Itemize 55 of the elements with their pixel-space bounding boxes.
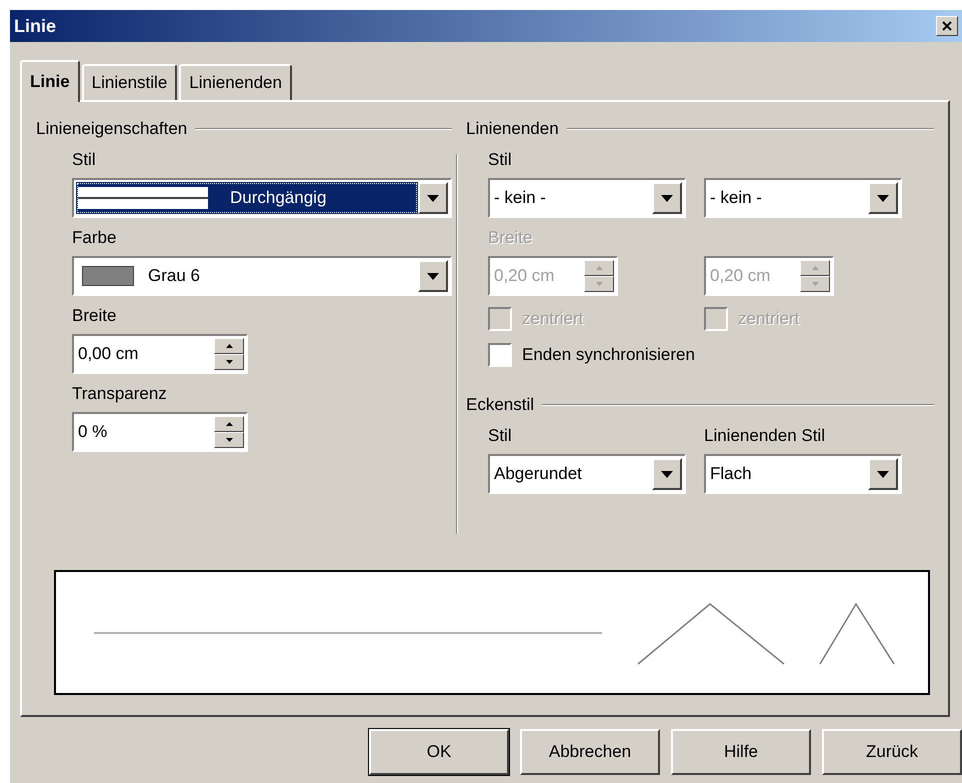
caret-down-icon (661, 470, 673, 478)
window-title: Linie (14, 16, 56, 36)
caret-down-icon (226, 438, 232, 442)
caret-down-icon (812, 282, 818, 286)
dropdown-arrow-button[interactable] (652, 458, 682, 490)
caret-down-icon (596, 282, 602, 286)
dialog-button[interactable]: Abbrechen (520, 729, 660, 775)
close-button[interactable] (936, 16, 958, 36)
line-end-dropdown[interactable]: - kein - (488, 178, 686, 218)
field-label: Farbe (72, 228, 118, 249)
dropdown-arrow-button[interactable] (418, 182, 448, 214)
close-icon (942, 21, 952, 31)
caret-down-icon (427, 194, 439, 202)
field-label: Breite (72, 306, 118, 327)
line-end-dropdown[interactable]: - kein - (704, 178, 902, 218)
cap-style-dropdown[interactable]: Flach (704, 454, 902, 494)
caret-down-icon (661, 194, 673, 202)
line-style-dropdown[interactable]: Durchgängig (72, 178, 452, 218)
transparency-spinbox[interactable]: 0 % (72, 412, 248, 452)
field-label: Stil (488, 150, 513, 171)
spin-down-button[interactable] (214, 354, 244, 370)
group-title: Linieneigenschaften (36, 119, 188, 139)
caret-down-icon (226, 360, 232, 364)
caret-down-icon (877, 194, 889, 202)
field-label: Stil (72, 150, 97, 171)
field-label: Transparenz (72, 384, 168, 405)
spin-up-button[interactable] (214, 338, 244, 354)
field-label: Stil (488, 426, 513, 447)
caret-up-icon (226, 422, 232, 426)
dropdown-arrow-button[interactable] (652, 182, 682, 214)
group-title: Linienenden (466, 119, 559, 139)
checkbox[interactable] (488, 343, 512, 367)
spin-down-button[interactable] (214, 432, 244, 448)
width-spinbox[interactable]: 0,00 cm (72, 334, 248, 374)
checkbox-label: Enden synchronisieren (522, 345, 695, 365)
dialog-button[interactable]: Hilfe (671, 729, 811, 775)
dropdown-arrow-button[interactable] (868, 458, 898, 490)
line-sample-icon (78, 187, 208, 209)
corner-style-dropdown[interactable]: Abgerundet (488, 454, 686, 494)
tab[interactable]: Linienenden (179, 64, 292, 100)
caret-down-icon (427, 272, 439, 280)
caret-up-icon (812, 266, 818, 270)
field-label: Linienenden Stil (704, 426, 826, 447)
caret-up-icon (226, 344, 232, 348)
spin-up-button[interactable] (214, 416, 244, 432)
caret-up-icon (596, 266, 602, 270)
dialog-button[interactable]: OK (369, 729, 509, 775)
color-dropdown[interactable]: Grau 6 (72, 256, 452, 296)
group-title: Eckenstil (466, 395, 534, 415)
dropdown-arrow-button[interactable] (418, 260, 448, 292)
tab[interactable]: Linie (20, 60, 80, 102)
caret-down-icon (877, 470, 889, 478)
tab[interactable]: Linienstile (82, 64, 178, 100)
dropdown-arrow-button[interactable] (868, 182, 898, 214)
dialog-button[interactable]: Zurück (822, 729, 962, 775)
